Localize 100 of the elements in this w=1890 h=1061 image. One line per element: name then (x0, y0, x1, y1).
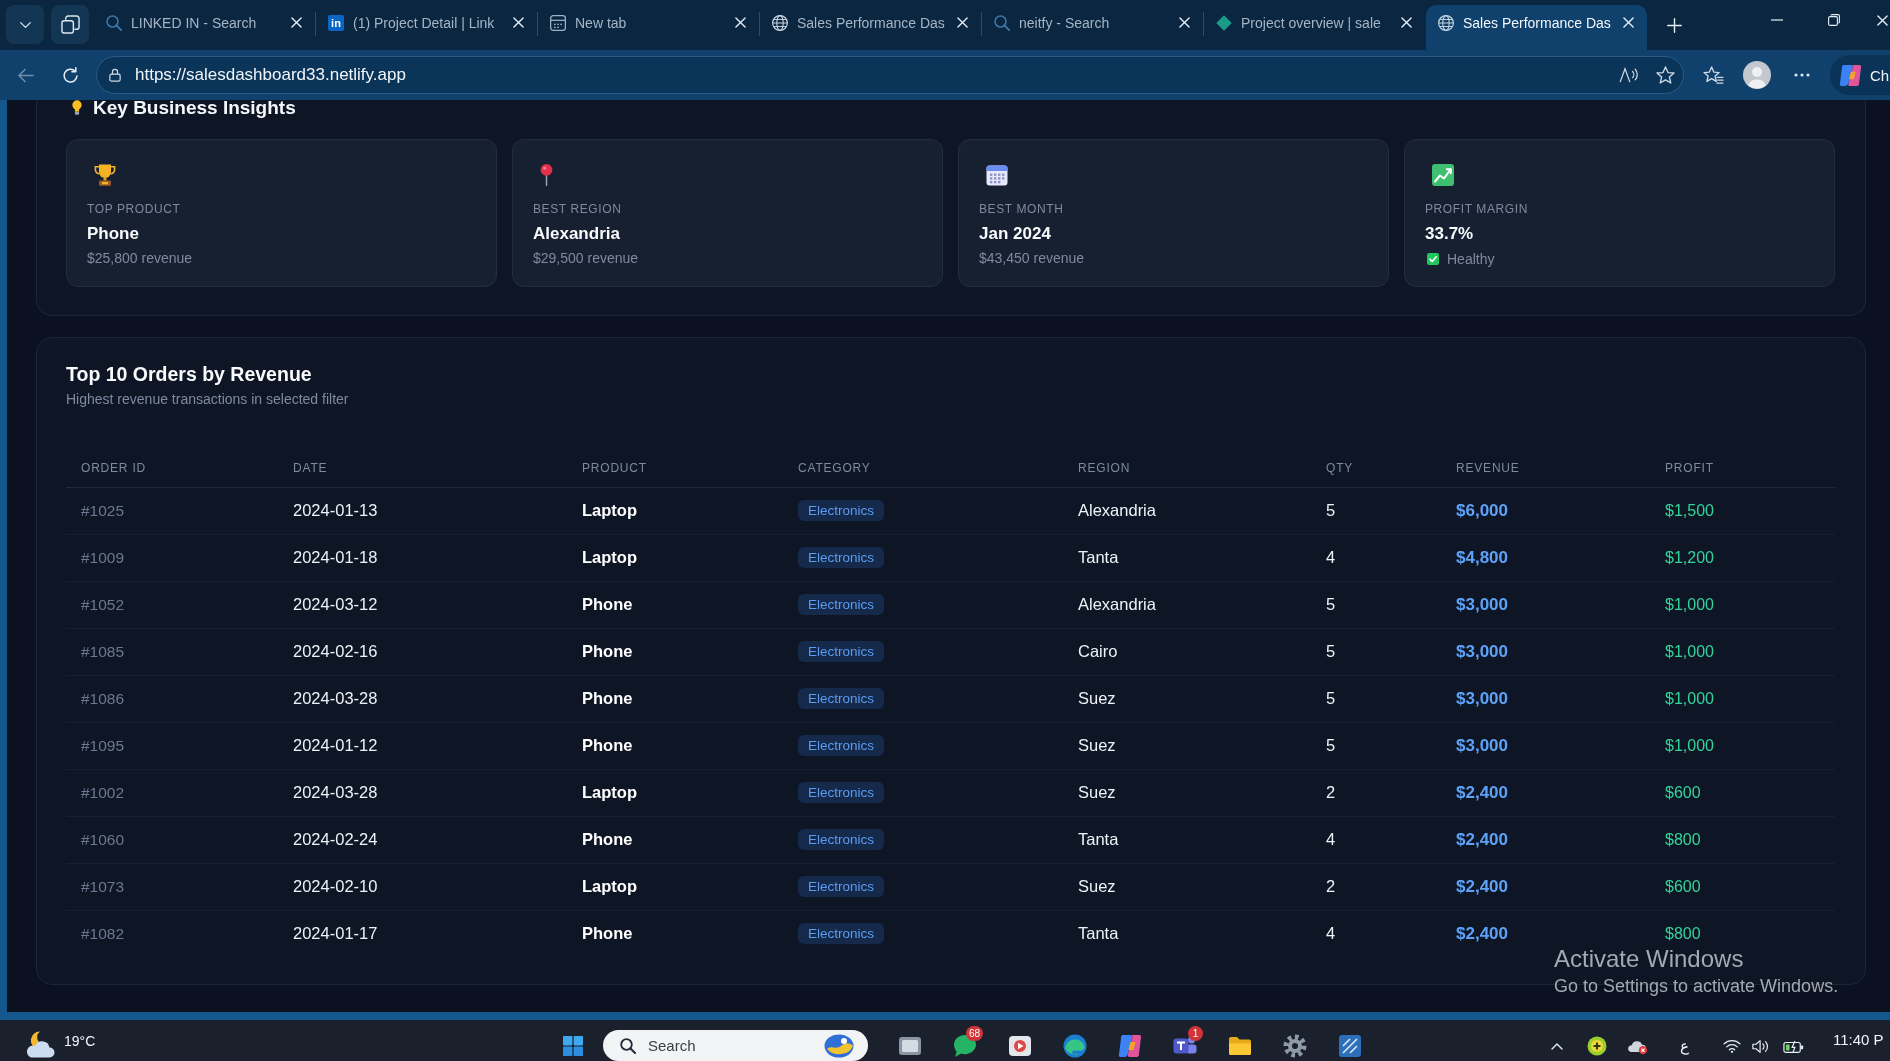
settings-icon (1283, 1034, 1307, 1058)
clock-button[interactable]: 11:40 P (1833, 1030, 1890, 1049)
product-name: Phone (582, 689, 633, 707)
revenue-amount: $2,400 (1456, 782, 1508, 802)
order-date: 2024-01-18 (293, 548, 378, 566)
notification-badge: 1 (1188, 1026, 1203, 1041)
close-icon (1877, 14, 1888, 26)
revenue-amount: $3,000 (1456, 735, 1508, 755)
profit-amount: $600 (1665, 878, 1701, 895)
category-tag: Electronics (798, 500, 885, 521)
insight-label: BEST REGION (533, 202, 622, 216)
revenue-amount: $2,400 (1456, 829, 1508, 849)
insight-label: PROFIT MARGIN (1425, 202, 1528, 216)
profit-amount: $1,500 (1665, 502, 1714, 519)
insight-value: Alexandria (533, 224, 620, 244)
order-date: 2024-02-16 (293, 642, 378, 660)
region-name: Alexandria (1078, 501, 1156, 519)
back-arrow-icon (16, 67, 34, 83)
new-tab-icon (550, 14, 566, 31)
more-icon (1794, 73, 1810, 77)
search-icon (620, 1038, 636, 1054)
browser-tab[interactable]: Project overview | sale (1204, 5, 1425, 50)
close-icon (956, 17, 968, 28)
browser-tab[interactable]: New tab (538, 5, 759, 50)
input-language-button[interactable]: ع (1671, 1030, 1697, 1061)
order-id: #1085 (81, 643, 125, 660)
lock-icon (109, 68, 121, 82)
category-tag: Electronics (798, 923, 885, 945)
close-icon (1178, 17, 1190, 28)
category-tag: Electronics (798, 829, 885, 850)
stacked-squares-icon (60, 15, 80, 34)
profit-amount: $1,000 (1665, 643, 1714, 660)
order-date: 2024-01-17 (293, 924, 378, 943)
close-icon (290, 17, 302, 28)
order-id: #1060 (81, 831, 125, 848)
workspaces-button[interactable] (51, 5, 89, 44)
profit-amount: $1,000 (1665, 690, 1714, 707)
rising-chart-icon (1432, 164, 1454, 186)
product-name: Laptop (582, 548, 637, 566)
chevron-down-icon (18, 20, 32, 29)
revenue-amount: $3,000 (1456, 594, 1508, 614)
quantity: 5 (1326, 501, 1336, 519)
column-header: CATEGORY (798, 460, 871, 475)
order-id: #1052 (81, 596, 125, 613)
trophy-icon (94, 164, 116, 186)
address-bar[interactable]: https://salesdashboard33.netlify.app (96, 56, 1684, 94)
window-app-icon (898, 1034, 922, 1058)
insight-label: TOP PRODUCT (87, 202, 181, 216)
browser-tab[interactable]: neitfy - Search (982, 5, 1203, 50)
order-date: 2024-03-12 (293, 595, 378, 613)
profile-button[interactable] (1740, 58, 1774, 92)
order-date: 2024-02-24 (293, 830, 378, 848)
region-name: Suez (1078, 783, 1116, 801)
revenue-amount: $2,400 (1456, 876, 1508, 896)
quantity: 2 (1326, 783, 1336, 801)
order-id: #1073 (81, 878, 125, 895)
taskbar-search-field[interactable]: Search (603, 1030, 868, 1061)
status-text: Healthy (1447, 251, 1495, 267)
globe-icon (1438, 14, 1454, 31)
category-tag: Electronics (798, 547, 885, 568)
close-icon (734, 17, 746, 28)
order-id: #1002 (81, 784, 125, 801)
plus-icon (1666, 17, 1682, 33)
category-tag: Electronics (798, 782, 885, 803)
quantity: 4 (1326, 830, 1336, 848)
browser-tab[interactable]: Sales Performance Das (760, 5, 981, 50)
region-name: Tanta (1078, 924, 1119, 943)
product-name: Phone (582, 736, 633, 754)
insight-note: $43,450 revenue (979, 250, 1085, 266)
activation-text: Go to Settings to activate Windows. (1554, 975, 1839, 997)
order-id: #1009 (81, 549, 125, 566)
temperature-text[interactable]: 19°C (64, 1033, 96, 1049)
site-logo: in (328, 14, 344, 31)
order-id: #1082 (81, 925, 125, 943)
profit-amount: $800 (1665, 925, 1701, 943)
play-icon (1008, 1034, 1032, 1058)
column-header: ORDER ID (81, 460, 147, 475)
plus-circle-icon (1587, 1036, 1607, 1056)
favorites-icon (1702, 66, 1724, 84)
insight-value: Jan 2024 (979, 224, 1051, 244)
weather-icon[interactable] (25, 1030, 55, 1058)
copilot-button[interactable]: Ch (1830, 55, 1890, 95)
region-name: Suez (1078, 689, 1116, 707)
profit-amount: $1,200 (1665, 549, 1714, 566)
close-icon (1400, 17, 1412, 28)
order-date: 2024-01-13 (293, 501, 378, 519)
minimize-icon (1770, 19, 1783, 21)
browser-tab[interactable]: LINKED IN - Search (94, 5, 315, 50)
order-id: #1086 (81, 690, 125, 707)
order-date: 2024-02-10 (293, 877, 378, 895)
region-name: Suez (1078, 736, 1116, 754)
insight-value: Phone (87, 224, 139, 244)
column-header: REVENUE (1456, 460, 1520, 475)
assistant-icon (1839, 63, 1862, 87)
order-id: #1095 (81, 737, 125, 754)
browser-tab[interactable]: in (1) Project Detail | Link (316, 5, 537, 50)
product-name: Phone (582, 642, 633, 660)
revenue-amount: $3,000 (1456, 641, 1508, 661)
region-name: Cairo (1078, 642, 1118, 660)
browser-tab[interactable]: Sales Performance Das (1426, 5, 1647, 50)
